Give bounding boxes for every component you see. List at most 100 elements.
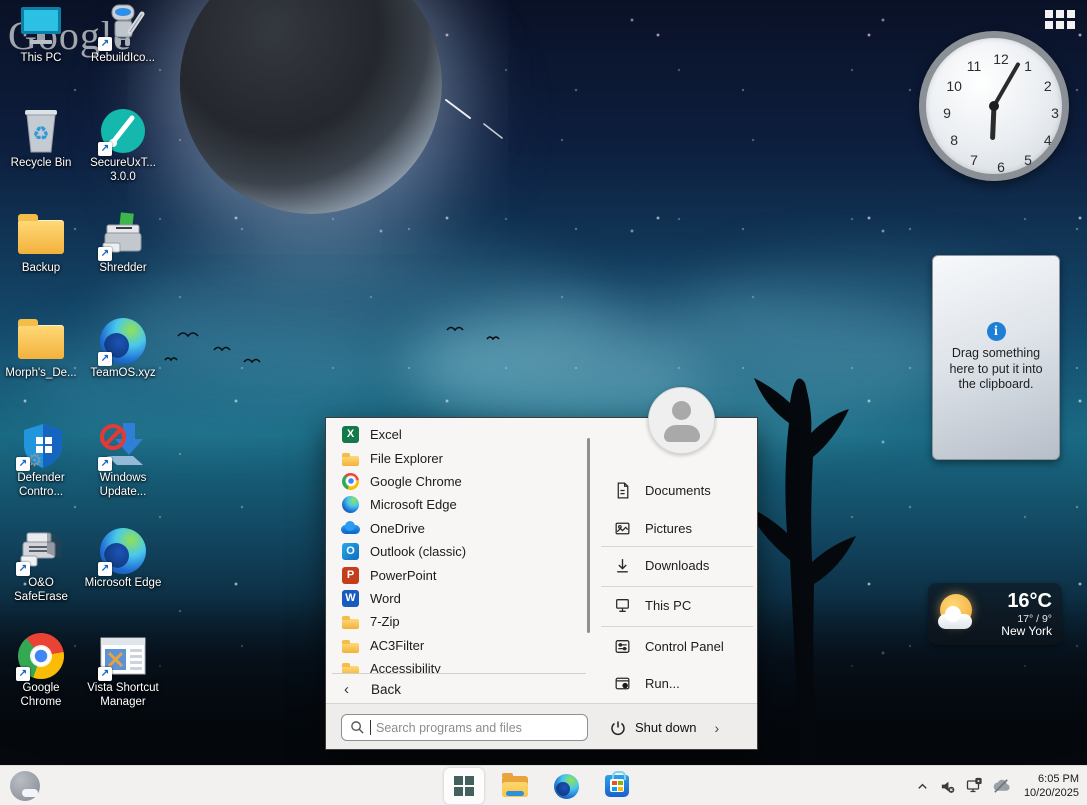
clock-number: 10	[946, 78, 962, 94]
search-box[interactable]	[341, 714, 588, 741]
desktop-icon-secureuxtheme[interactable]: ↗ SecureUxT... 3.0.0	[83, 107, 163, 212]
shortcut-arrow-icon: ↗	[98, 247, 112, 261]
start-program-accessibility[interactable]: Accessibility	[326, 657, 588, 673]
desktop-icon-teamos[interactable]: ↗ TeamOS.xyz	[83, 317, 163, 422]
program-list: X Excel File Explorer Google Chrome Micr…	[326, 423, 588, 673]
clipboard-hint-text: Drag something here to put it into the c…	[943, 346, 1049, 393]
start-place-control-panel[interactable]: Control Panel	[596, 630, 759, 662]
download-icon	[613, 556, 632, 575]
desktop-icon-recycle-bin[interactable]: ♻ Recycle Bin	[1, 107, 81, 212]
excel-icon: X	[341, 425, 360, 444]
start-menu: X Excel File Explorer Google Chrome Micr…	[325, 417, 758, 750]
widgets-weather-button[interactable]	[10, 771, 40, 801]
back-button[interactable]: ‹ Back	[326, 674, 588, 705]
clock-number: 6	[993, 159, 1009, 175]
desktop-icon-morphs-folder[interactable]: Morph's_De...	[1, 317, 81, 422]
start-place-this-pc[interactable]: This PC	[596, 589, 759, 621]
divider	[601, 626, 753, 627]
clock-number: 1	[1020, 58, 1036, 74]
eraser-device-icon: ↗	[17, 527, 65, 575]
clock-widget[interactable]: 1 2 3 4 5 6 7 8 9 10 11 12	[919, 31, 1069, 181]
start-program-word[interactable]: W Word	[326, 587, 588, 610]
desktop-icon-windows-update[interactable]: ↗ Windows Update...	[83, 422, 163, 527]
desktop-icon-google-chrome[interactable]: ↗ Google Chrome	[1, 632, 81, 737]
clipboard-widget[interactable]: i Drag something here to put it into the…	[932, 255, 1060, 460]
weather-widget[interactable]: 16°C 17° / 9° New York	[928, 583, 1062, 645]
desktop-icon-backup[interactable]: Backup	[1, 212, 81, 317]
document-icon	[613, 481, 632, 500]
desktop-screen: Google This PC ↗ RebuildIco... ♻ Recycle…	[0, 0, 1087, 805]
folder-icon	[341, 612, 360, 631]
clock-number: 11	[966, 58, 982, 74]
clock-date-area[interactable]: 6:05 PM 10/20/2025	[1024, 772, 1079, 801]
chevron-right-icon[interactable]: ›	[714, 720, 719, 736]
update-blocked-icon: ↗	[99, 422, 147, 470]
avatar-head	[672, 401, 691, 420]
folder-icon	[341, 659, 360, 673]
desktop-icon-this-pc[interactable]: This PC	[1, 2, 81, 107]
start-program-file-explorer[interactable]: File Explorer	[326, 446, 588, 469]
start-place-run[interactable]: Run...	[596, 667, 759, 699]
clock-number: 12	[993, 51, 1009, 67]
shield-gear-icon: ⚙ ↗	[17, 422, 65, 470]
file-explorer-button[interactable]	[495, 768, 535, 804]
desktop-icon-oo-safeerase[interactable]: ↗ O&O SafeErase	[1, 527, 81, 632]
desktop-icon-rebuildicons[interactable]: ↗ RebuildIco...	[83, 2, 163, 107]
start-program-onedrive[interactable]: OneDrive	[326, 517, 588, 540]
start-program-google-chrome[interactable]: Google Chrome	[326, 470, 588, 493]
volume-muted-icon[interactable]	[939, 778, 956, 795]
info-icon: i	[987, 322, 1006, 341]
onedrive-paused-icon[interactable]	[992, 778, 1011, 794]
divider	[601, 586, 753, 587]
start-program-7zip[interactable]: 7-Zip	[326, 610, 588, 633]
start-program-outlook[interactable]: O Outlook (classic)	[326, 540, 588, 563]
paintbrush-icon: ↗	[99, 107, 147, 155]
start-button[interactable]	[444, 768, 484, 804]
weather-range: 17° / 9°	[980, 613, 1052, 625]
chrome-icon: ↗	[17, 632, 65, 680]
desktop-icon-grid: This PC ↗ RebuildIco... ♻ Recycle Bin ↗ …	[0, 2, 164, 737]
edge-icon: ↗	[99, 317, 147, 365]
apps-grid-icon[interactable]	[1045, 10, 1075, 29]
desktop-icon-shredder[interactable]: ↗ Shredder	[83, 212, 163, 317]
shortcut-arrow-icon: ↗	[98, 667, 112, 681]
edge-button[interactable]	[546, 768, 586, 804]
icon-label: Windows Update...	[83, 472, 163, 500]
robot-icon: ↗	[99, 2, 147, 50]
icon-label: Google Chrome	[1, 682, 81, 710]
start-program-microsoft-edge[interactable]: Microsoft Edge	[326, 493, 588, 516]
shutdown-button[interactable]: Shut down ›	[609, 714, 719, 741]
weather-temp: 16°C	[980, 590, 1052, 613]
window-arrows-icon: ↗	[99, 632, 147, 680]
shortcut-arrow-icon: ↗	[98, 37, 112, 51]
microsoft-store-button[interactable]	[597, 768, 637, 804]
folder-icon	[17, 212, 65, 260]
desktop-icon-vista-shortcut-manager[interactable]: ↗ Vista Shortcut Manager	[83, 632, 163, 737]
icon-label: Defender Contro...	[1, 472, 81, 500]
powerpoint-icon: P	[341, 566, 360, 585]
start-program-excel[interactable]: X Excel	[326, 423, 588, 446]
desktop-icon-microsoft-edge[interactable]: ↗ Microsoft Edge	[83, 527, 163, 632]
tray-chevron-up-icon[interactable]	[915, 779, 930, 794]
edge-icon: ↗	[99, 527, 147, 575]
weather-city: New York	[980, 625, 1052, 639]
program-list-scrollbar[interactable]	[587, 438, 590, 633]
start-program-powerpoint[interactable]: P PowerPoint	[326, 563, 588, 586]
start-program-ac3filter[interactable]: AC3Filter	[326, 634, 588, 657]
desktop-icon-defender-control[interactable]: ⚙ ↗ Defender Contro...	[1, 422, 81, 527]
chevron-left-icon: ‹	[344, 681, 349, 698]
user-avatar[interactable]	[648, 387, 715, 454]
start-place-downloads[interactable]: Downloads	[596, 549, 759, 581]
network-display-icon[interactable]	[965, 777, 983, 795]
icon-label: TeamOS.xyz	[83, 367, 163, 381]
system-tray: 6:05 PM 10/20/2025	[915, 766, 1079, 805]
search-input[interactable]	[376, 721, 579, 735]
pictures-icon	[613, 519, 632, 538]
start-place-pictures[interactable]: Pictures	[596, 512, 759, 544]
start-place-documents[interactable]: Documents	[596, 474, 759, 506]
power-icon	[609, 719, 627, 737]
edge-icon	[554, 774, 579, 799]
shortcut-arrow-icon: ↗	[16, 667, 30, 681]
icon-label: Morph's_De...	[1, 367, 81, 381]
icon-label: Vista Shortcut Manager	[83, 682, 163, 710]
